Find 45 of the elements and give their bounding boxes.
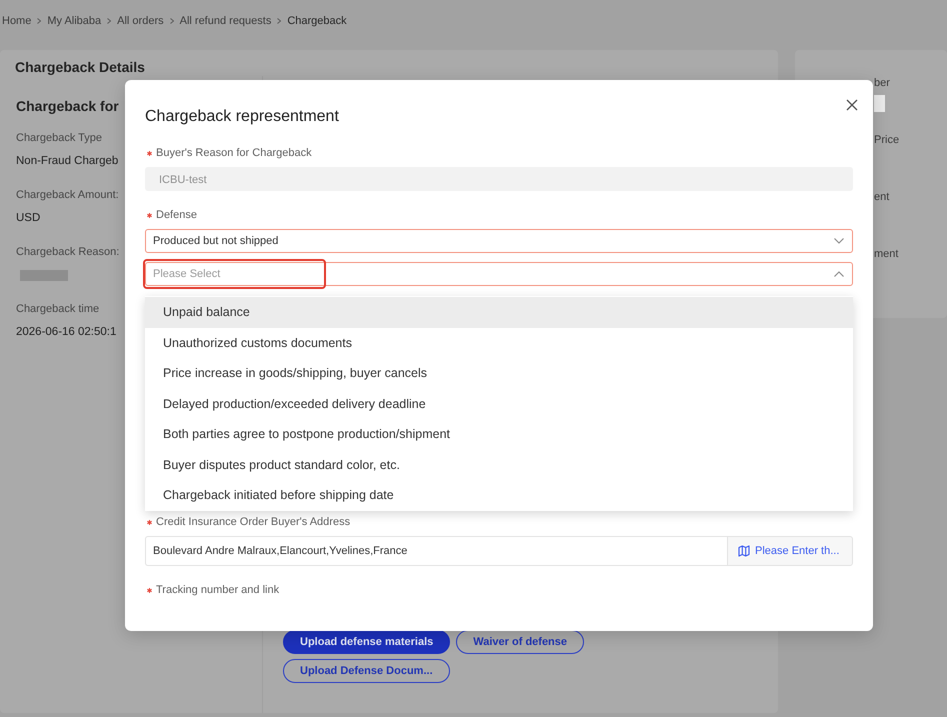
chevron-icon (834, 238, 844, 244)
dropdown-option[interactable]: Delayed production/exceeded delivery deadline (145, 388, 853, 419)
breadcrumb-link[interactable]: My Alibaba (47, 14, 102, 28)
card-title: Chargeback Details (15, 59, 145, 76)
address-picker-button[interactable]: Please Enter th... (727, 536, 853, 566)
dropdown-option[interactable]: Unauthorized customs documents (145, 328, 853, 358)
select-field[interactable]: Produced but not shipped (145, 229, 853, 253)
breadcrumb-link[interactable]: All orders (117, 14, 164, 28)
close-icon (846, 99, 858, 111)
redacted-block (20, 270, 68, 280)
action-button[interactable]: Upload defense materials (283, 630, 450, 654)
field-label: Defense (156, 209, 197, 221)
field-value: Non-Fraud Chargeb (16, 154, 118, 169)
field-label: Chargeback Reason: (16, 245, 120, 259)
dialog-title: Chargeback representment (145, 107, 339, 127)
breadcrumb-current: Chargeback (287, 14, 347, 28)
breadcrumb-link[interactable]: Home (2, 14, 32, 28)
chevron-icon (170, 18, 174, 24)
field-label: Credit Insurance Order Buyer's Address (156, 516, 350, 528)
field-value: USD (16, 211, 40, 226)
dropdown-option[interactable]: Unpaid balance (145, 297, 853, 328)
field-label: ment (874, 247, 898, 261)
dropdown-option[interactable]: Both parties agree to postpone production/shipment (145, 419, 853, 450)
dropdown-option[interactable]: Buyer disputes product standard color, etc. (145, 450, 853, 480)
field-label: Buyer's Reason for Chargeback (156, 147, 312, 159)
field-label: ber (874, 76, 890, 90)
action-button[interactable]: Upload Defense Docum... (283, 659, 450, 683)
field-label: Tracking number and link (156, 584, 280, 596)
breadcrumb-link[interactable]: All refund requests (180, 14, 272, 28)
chevron-icon (107, 18, 112, 24)
field-label: Price (874, 133, 900, 147)
dropdown-option[interactable]: Price increase in goods/shipping, buyer cancels (145, 358, 853, 388)
field-value: 2026-06-16 02:50:1 (16, 325, 116, 340)
chevron-icon (277, 18, 282, 24)
section-title: Chargeback for (16, 97, 119, 115)
field-label: Chargeback Amount: (16, 188, 119, 202)
dropdown-option[interactable]: Chargeback initiated before shipping date (145, 480, 853, 510)
map-icon (738, 545, 750, 557)
field-label: ent (874, 190, 890, 204)
field-label: Chargeback time (16, 302, 100, 316)
address-field[interactable]: Boulevard Andre Malraux,Elancourt,Yvelines,France (145, 536, 727, 566)
field-label: Chargeback Type (16, 131, 102, 145)
chevron-icon (37, 18, 42, 24)
close-button[interactable] (845, 98, 859, 112)
chevron-icon (834, 271, 844, 277)
